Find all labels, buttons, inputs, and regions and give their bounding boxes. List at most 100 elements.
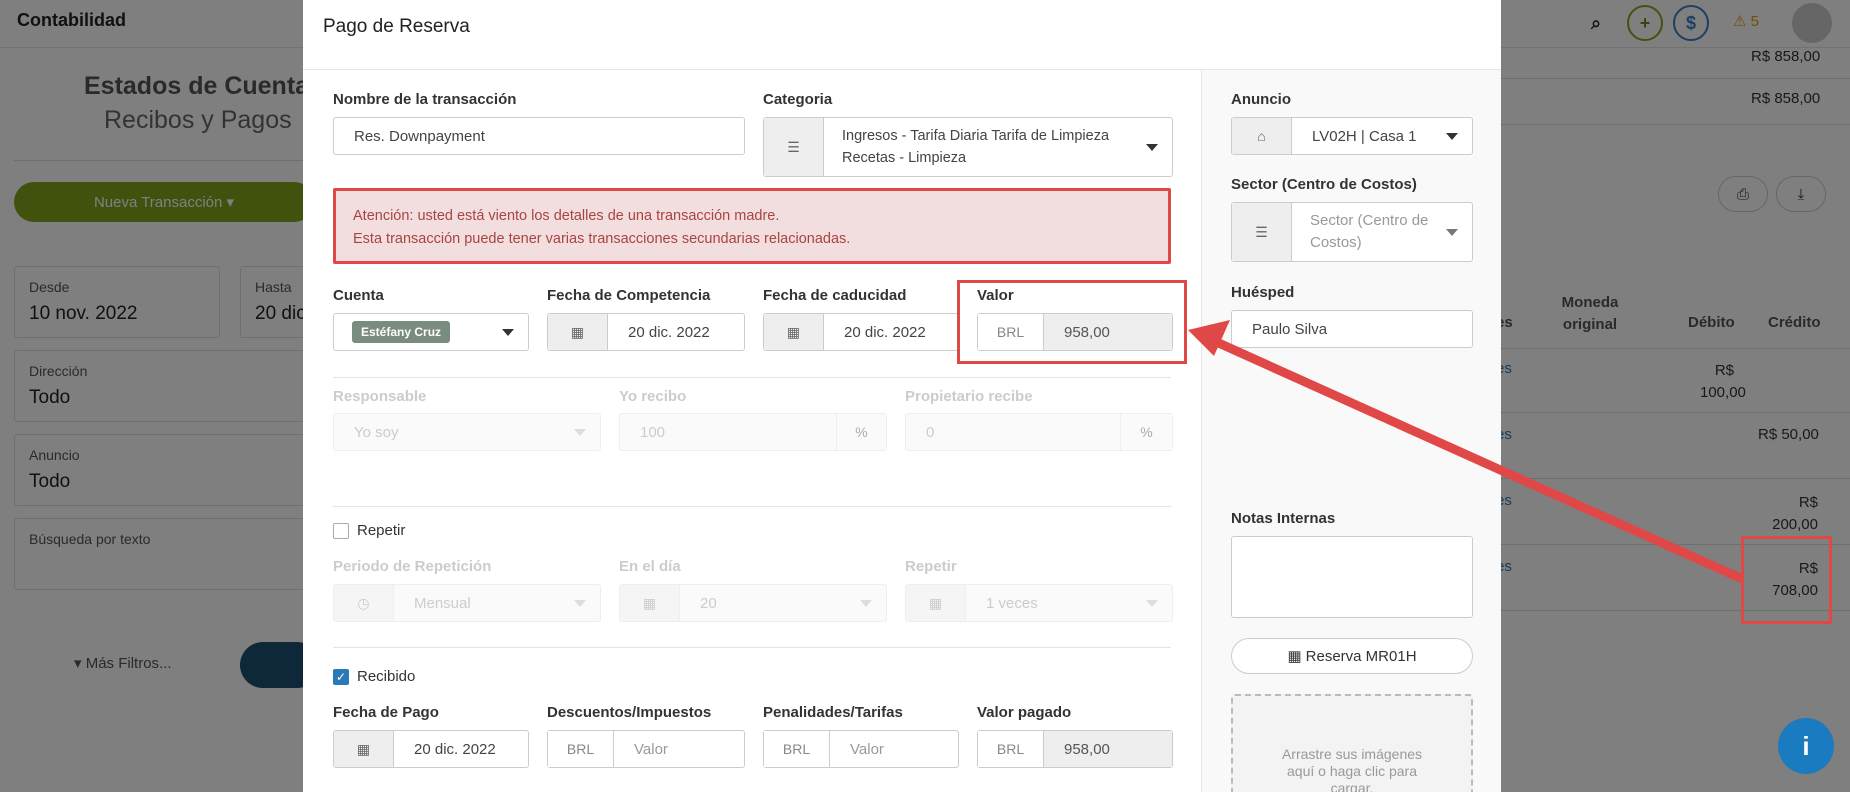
cuenta-label: Cuenta xyxy=(333,287,384,304)
competencia-value: 20 dic. 2022 xyxy=(628,323,710,341)
alert-line-2: Esta transacción puede tener varias tran… xyxy=(353,231,851,247)
nombre-value: Res. Downpayment xyxy=(354,127,485,145)
categoria-value-1: Ingresos - Tarifa Diaria Tarifa de Limpi… xyxy=(842,128,1110,144)
fecha-pago-date-input[interactable]: ▦ 20 dic. 2022 xyxy=(333,730,529,768)
dropzone-line-1: Arrastre sus imágenes xyxy=(1281,746,1423,762)
repetir-check-label: Repetir xyxy=(357,522,406,539)
periodo-value: Mensual xyxy=(414,594,471,612)
repetir-select[interactable]: ▦ 1 veces xyxy=(905,584,1173,622)
clock-icon: ◷ xyxy=(334,585,394,621)
huesped-input[interactable]: Paulo Silva xyxy=(1231,310,1473,348)
caducidad-label: Fecha de caducidad xyxy=(763,287,907,304)
fecha-pago-label: Fecha de Pago xyxy=(333,704,439,721)
sector-select[interactable]: ☰ Sector (Centro de Costos) xyxy=(1231,202,1473,262)
nombre-label: Nombre de la transacción xyxy=(333,91,517,108)
sector-placeholder-2: Costos) xyxy=(1310,234,1362,251)
reserva-button[interactable]: ▦ Reserva MR01H xyxy=(1231,638,1473,674)
annotation-box-credito xyxy=(1741,536,1832,624)
divider xyxy=(333,647,1171,648)
nombre-input[interactable]: Res. Downpayment xyxy=(333,117,745,155)
chevron-down-icon xyxy=(1146,600,1158,607)
valor-pagado-value: 958,00 xyxy=(1044,731,1172,767)
descuentos-label: Descuentos/Impuestos xyxy=(547,704,712,721)
huesped-value: Paulo Silva xyxy=(1252,320,1328,338)
valor-pagado-input[interactable]: BRL 958,00 xyxy=(977,730,1173,768)
descuentos-currency: BRL xyxy=(548,731,614,767)
calendar-icon: ▦ xyxy=(764,314,824,350)
periodo-label: Periodo de Repetición xyxy=(333,558,492,575)
propietario-label: Propietario recibe xyxy=(905,388,1033,405)
list-icon: ☰ xyxy=(764,118,824,176)
yo-recibo-label: Yo recibo xyxy=(619,388,687,405)
chevron-down-icon xyxy=(574,600,586,607)
column-divider xyxy=(1201,70,1202,792)
modal-header: Pago de Reserva xyxy=(303,0,1501,70)
categoria-select[interactable]: ☰ Ingresos - Tarifa Diaria Tarifa de Lim… xyxy=(763,117,1173,177)
caducidad-date-input[interactable]: ▦ 20 dic. 2022 xyxy=(763,313,959,351)
divider xyxy=(333,377,1171,378)
home-icon: ⌂ xyxy=(1232,118,1292,154)
en-el-dia-select[interactable]: ▦ 20 xyxy=(619,584,887,622)
sector-placeholder-1: Sector (Centro de xyxy=(1310,212,1429,229)
responsable-value: Yo soy xyxy=(354,423,399,441)
sector-label: Sector (Centro de Costos) xyxy=(1231,176,1417,193)
dropzone-line-2: aquí o haga clic para xyxy=(1287,763,1417,779)
competencia-date-input[interactable]: ▦ 20 dic. 2022 xyxy=(547,313,745,351)
cuenta-select[interactable]: Estéfany Cruz xyxy=(333,313,529,351)
divider xyxy=(333,506,1171,507)
yo-recibo-value: 100 xyxy=(640,423,666,441)
chevron-down-icon xyxy=(860,600,872,607)
anuncio-select[interactable]: ⌂ LV02H | Casa 1 xyxy=(1231,117,1473,155)
anuncio-value: LV02H | Casa 1 xyxy=(1312,127,1417,145)
fecha-pago-value: 20 dic. 2022 xyxy=(414,740,496,758)
periodo-select[interactable]: ◷ Mensual xyxy=(333,584,601,622)
anuncio-label: Anuncio xyxy=(1231,91,1291,108)
modal-title: Pago de Reserva xyxy=(323,16,470,37)
descuentos-input[interactable]: BRL Valor xyxy=(547,730,745,768)
penalidades-label: Penalidades/Tarifas xyxy=(763,704,903,721)
chevron-down-icon xyxy=(574,429,586,436)
chevron-down-icon xyxy=(1146,144,1158,151)
en-el-dia-label: En el día xyxy=(619,558,681,575)
chevron-down-icon xyxy=(502,329,514,336)
repetir-label: Repetir xyxy=(905,558,957,575)
percent-addon: % xyxy=(836,414,886,450)
responsable-label: Responsable xyxy=(333,388,427,405)
repetir-value: 1 veces xyxy=(986,594,1038,612)
propietario-input[interactable]: 0 % xyxy=(905,413,1173,451)
recibido-checkbox[interactable]: ✓ xyxy=(333,669,349,685)
info-icon[interactable]: i xyxy=(1778,718,1834,774)
cuenta-tag: Estéfany Cruz xyxy=(352,321,451,343)
responsable-select[interactable]: Yo soy xyxy=(333,413,601,451)
notas-label: Notas Internas xyxy=(1231,510,1336,527)
list-icon: ☰ xyxy=(1232,203,1292,261)
dropzone-line-3: cargar. xyxy=(1330,780,1374,792)
chevron-down-icon xyxy=(1446,133,1458,140)
penalidades-input[interactable]: BRL Valor xyxy=(763,730,959,768)
recibido-check-label: Recibido xyxy=(357,668,416,685)
percent-addon: % xyxy=(1120,414,1172,450)
categoria-value-2: Recetas - Limpieza xyxy=(842,150,967,166)
yo-recibo-input[interactable]: 100 % xyxy=(619,413,887,451)
repetir-checkbox[interactable] xyxy=(333,523,349,539)
caducidad-value: 20 dic. 2022 xyxy=(844,323,926,341)
penalidades-currency: BRL xyxy=(764,731,830,767)
propietario-value: 0 xyxy=(926,423,935,441)
en-el-dia-value: 20 xyxy=(700,594,717,612)
notas-textarea[interactable] xyxy=(1231,536,1473,618)
descuentos-placeholder: Valor xyxy=(634,740,668,758)
valor-pagado-currency: BRL xyxy=(978,731,1044,767)
calendar-icon: ▦ xyxy=(334,731,394,767)
image-dropzone[interactable]: Arrastre sus imágenes aquí o haga clic p… xyxy=(1231,694,1473,792)
valor-pagado-label: Valor pagado xyxy=(977,704,1072,721)
calendar-icon: ▦ xyxy=(548,314,608,350)
huesped-label: Huésped xyxy=(1231,284,1295,301)
penalidades-placeholder: Valor xyxy=(850,740,884,758)
competencia-label: Fecha de Competencia xyxy=(547,287,711,304)
reserva-button-label: Reserva MR01H xyxy=(1305,647,1417,665)
calendar-icon: ▦ xyxy=(620,585,680,621)
annotation-box-valor xyxy=(957,280,1187,364)
calendar-icon: ▦ xyxy=(1287,648,1302,665)
categoria-label: Categoria xyxy=(763,91,833,108)
alert-line-1: Atención: usted está viento los detalles… xyxy=(353,208,780,224)
